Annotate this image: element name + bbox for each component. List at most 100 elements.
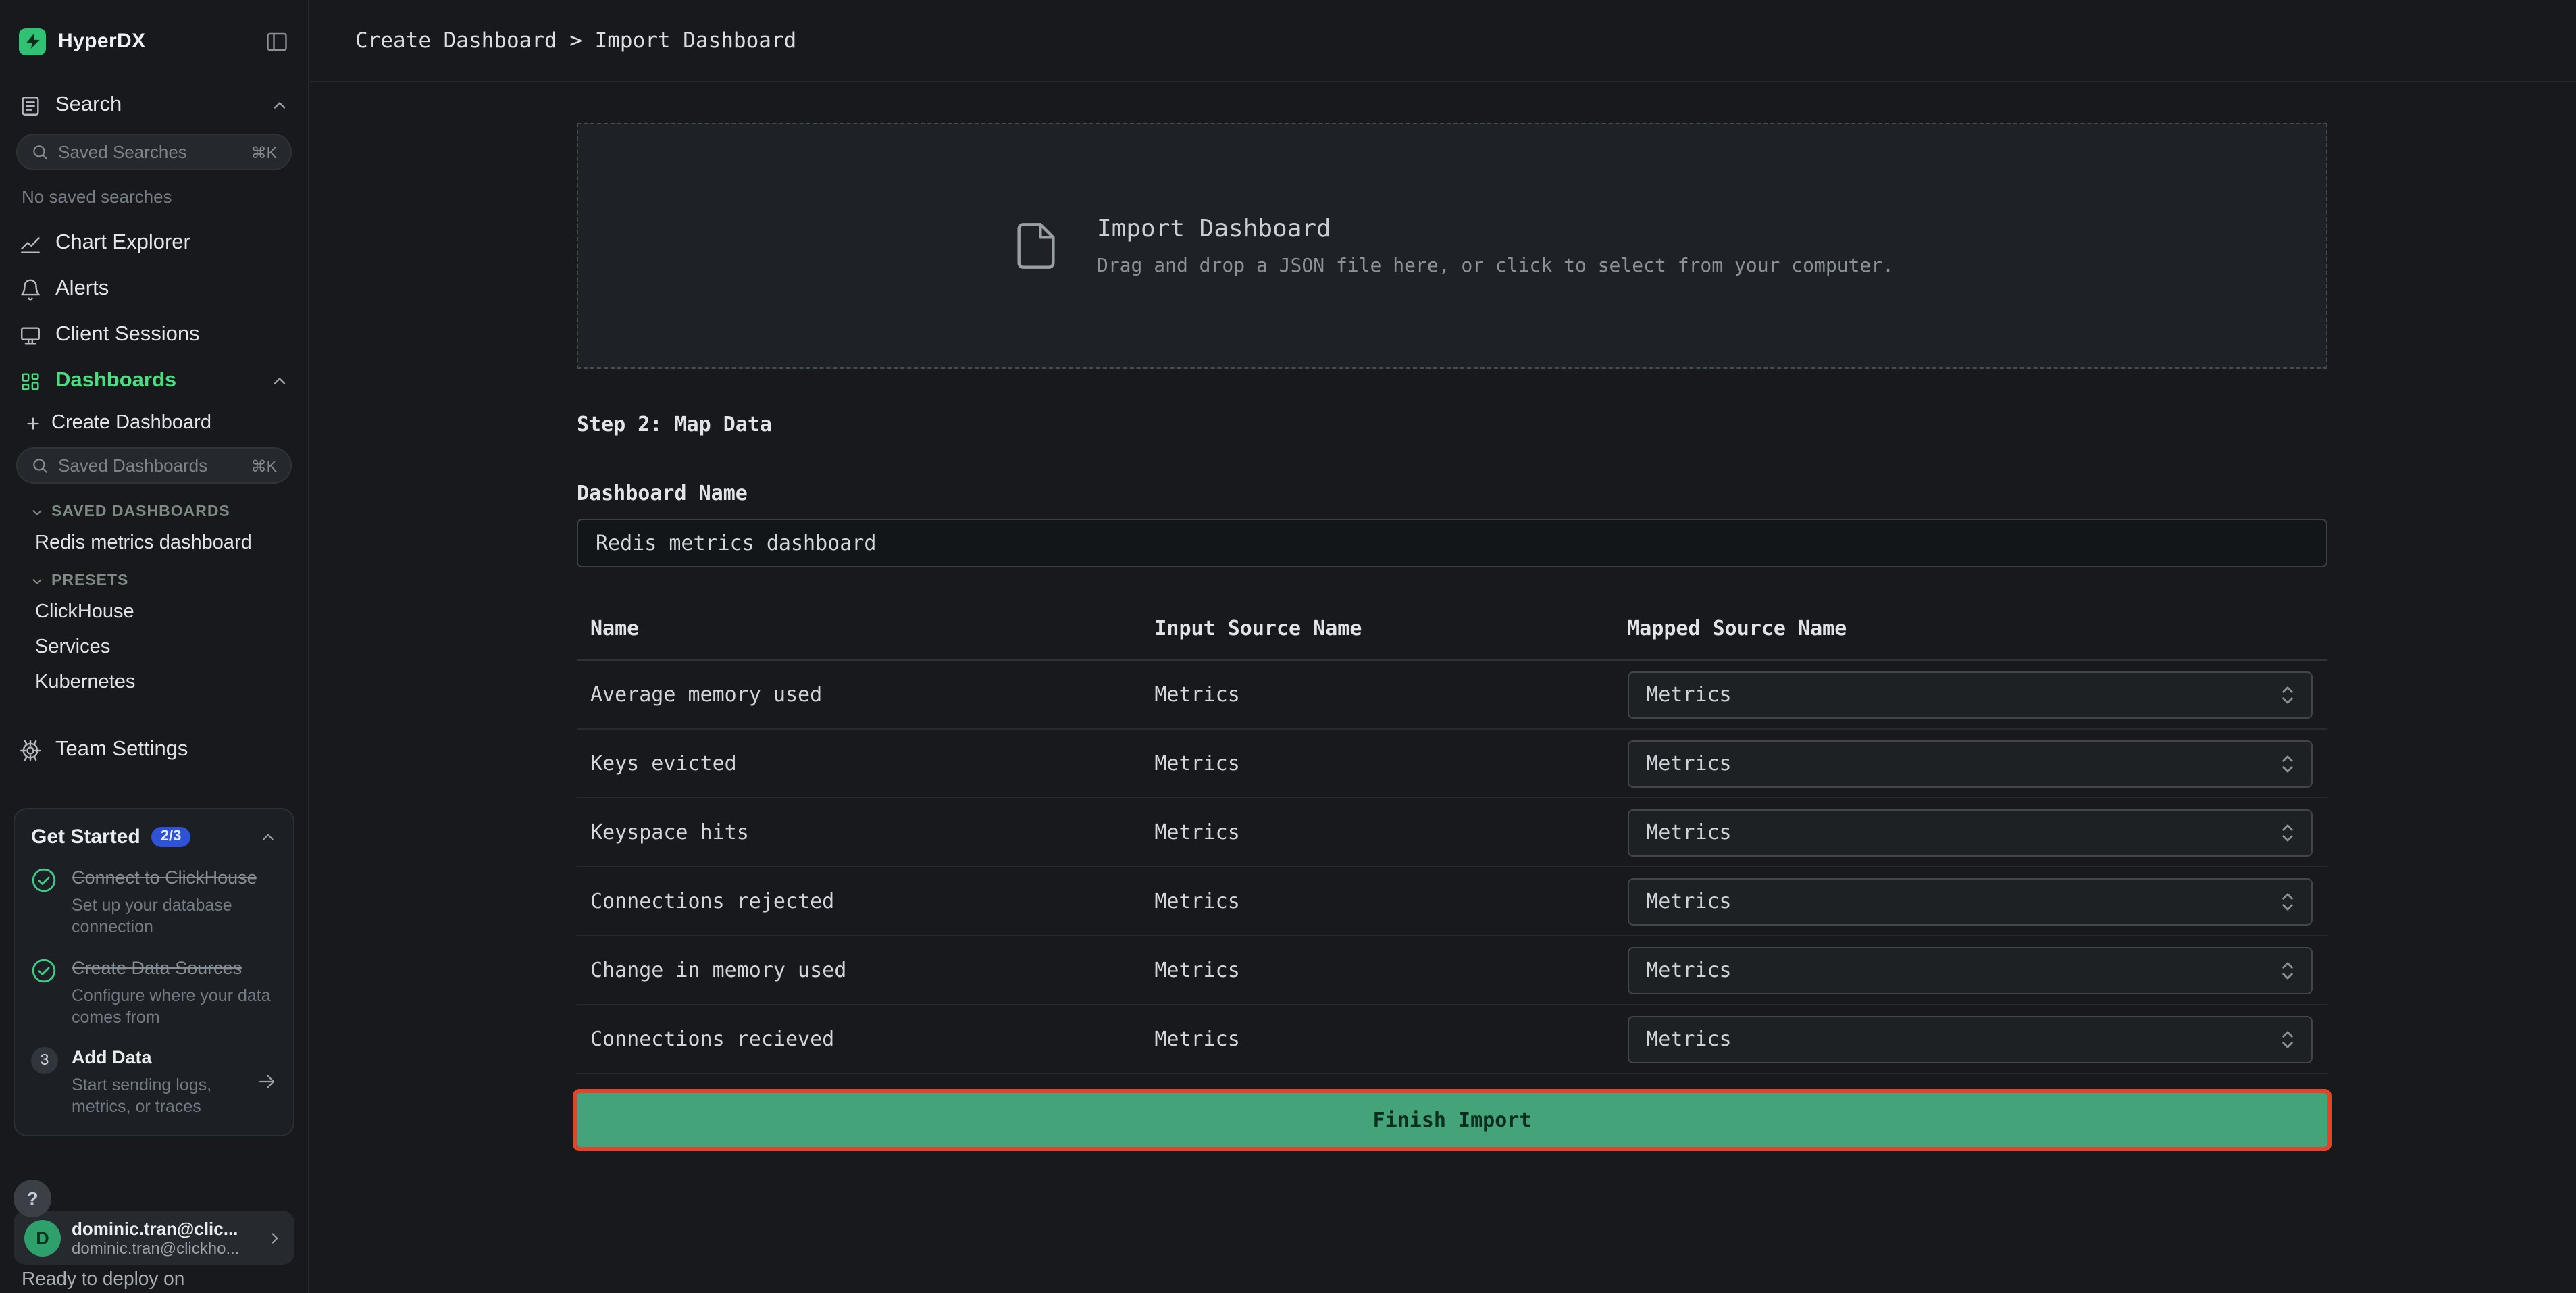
mapped-source-select[interactable]: Metrics bbox=[1627, 740, 2313, 787]
step-text: Create Data Sources Configure where your… bbox=[72, 956, 277, 1028]
column-header-name: Name bbox=[577, 616, 1154, 640]
step-subtitle: Start sending logs, metrics, or traces bbox=[72, 1074, 243, 1118]
mapped-source-select[interactable]: Metrics bbox=[1627, 946, 2313, 994]
nav-label: Dashboards bbox=[55, 369, 176, 393]
search-section-label: Search bbox=[55, 93, 122, 118]
user-menu[interactable]: D dominic.tran@clic... dominic.tran@clic… bbox=[14, 1211, 294, 1265]
chevron-updown-icon bbox=[2277, 888, 2298, 914]
mapped-source-cell: Metrics bbox=[1627, 1015, 2327, 1063]
input-source-name: Metrics bbox=[1154, 820, 1627, 844]
metric-name: Change in memory used bbox=[577, 958, 1154, 982]
sidebar-item-search[interactable]: Search bbox=[0, 82, 308, 128]
table-header-row: Name Input Source Name Mapped Source Nam… bbox=[577, 600, 2327, 661]
breadcrumb: Create Dashboard > Import Dashboard bbox=[355, 28, 796, 53]
sidebar-item-client-sessions[interactable]: Client Sessions bbox=[0, 312, 308, 358]
sidebar-item-team-settings[interactable]: Team Settings bbox=[0, 727, 308, 773]
table-row: Average memory used Metrics Metrics bbox=[577, 661, 2327, 730]
team-settings-label: Team Settings bbox=[55, 738, 188, 762]
saved-dashboards-input[interactable]: Saved Dashboards ⌘K bbox=[16, 447, 292, 484]
help-button[interactable]: ? bbox=[14, 1180, 51, 1217]
metric-name: Keys evicted bbox=[577, 751, 1154, 776]
mapped-source-cell: Metrics bbox=[1627, 878, 2327, 925]
sidebar-item-dashboards[interactable]: Dashboards bbox=[0, 358, 308, 404]
select-value: Metrics bbox=[1646, 1027, 2277, 1051]
mapped-source-select[interactable]: Metrics bbox=[1627, 878, 2313, 925]
table-row: Keys evicted Metrics Metrics bbox=[577, 730, 2327, 798]
step-text: Add Data Start sending logs, metrics, or… bbox=[72, 1046, 243, 1118]
get-started-step-sources[interactable]: Create Data Sources Configure where your… bbox=[31, 956, 277, 1028]
get-started-step-add-data[interactable]: 3 Add Data Start sending logs, metrics, … bbox=[31, 1046, 277, 1118]
hyperdx-logo-icon bbox=[19, 28, 46, 55]
get-started-header[interactable]: Get Started 2/3 bbox=[31, 826, 277, 848]
search-icon bbox=[31, 457, 49, 474]
chart-explorer-icon bbox=[19, 232, 42, 255]
get-started-card: Get Started 2/3 Connect to ClickHouse Se… bbox=[14, 808, 294, 1136]
progress-badge: 2/3 bbox=[151, 827, 191, 847]
table-row: Change in memory used Metrics Metrics bbox=[577, 936, 2327, 1005]
mapped-source-select[interactable]: Metrics bbox=[1627, 1015, 2313, 1063]
mapped-source-select[interactable]: Metrics bbox=[1627, 671, 2313, 718]
preset-item-clickhouse[interactable]: ClickHouse bbox=[0, 594, 308, 630]
mapped-source-cell: Metrics bbox=[1627, 809, 2327, 856]
gear-icon bbox=[19, 738, 42, 761]
chevron-down-icon bbox=[30, 574, 45, 588]
get-started-step-connect[interactable]: Connect to ClickHouse Set up your databa… bbox=[31, 866, 277, 938]
user-info: dominic.tran@clic... dominic.tran@clickh… bbox=[72, 1218, 255, 1257]
bell-icon bbox=[19, 278, 42, 301]
teaser-line2: ClickHouse Cloud? bbox=[22, 1289, 278, 1293]
dashboards-grid-icon bbox=[19, 370, 42, 392]
metric-name: Keyspace hits bbox=[577, 820, 1154, 844]
chevron-up-icon[interactable] bbox=[270, 372, 289, 390]
metric-name: Connections rejected bbox=[577, 889, 1154, 913]
create-dashboard-button[interactable]: Create Dashboard bbox=[0, 404, 308, 442]
step-text: Connect to ClickHouse Set up your databa… bbox=[72, 866, 277, 938]
step-number-badge: 3 bbox=[31, 1047, 58, 1074]
presets-section-header[interactable]: PRESETS bbox=[0, 561, 308, 594]
collapse-sidebar-icon[interactable] bbox=[265, 29, 289, 53]
file-icon bbox=[1010, 215, 1062, 277]
select-value: Metrics bbox=[1646, 751, 2277, 776]
chevron-updown-icon bbox=[2277, 751, 2298, 776]
preset-item-services[interactable]: Services bbox=[0, 630, 308, 665]
dropzone-title: Import Dashboard bbox=[1097, 215, 1894, 243]
search-icon bbox=[31, 143, 49, 161]
chevron-updown-icon bbox=[2277, 819, 2298, 845]
step-title: Create Data Sources bbox=[72, 957, 242, 978]
mapped-source-cell: Metrics bbox=[1627, 946, 2327, 994]
chevron-up-icon[interactable] bbox=[259, 828, 277, 846]
dashboard-name-input[interactable] bbox=[577, 519, 2327, 567]
arrow-right-icon bbox=[257, 1072, 277, 1092]
source-mapping-table: Name Input Source Name Mapped Source Nam… bbox=[577, 600, 2327, 1074]
sidebar-item-alerts[interactable]: Alerts bbox=[0, 266, 308, 312]
main-content: Create Dashboard > Import Dashboard Impo… bbox=[309, 0, 2576, 1293]
nav-label: Client Sessions bbox=[55, 323, 200, 347]
get-started-title: Get Started bbox=[31, 826, 140, 848]
saved-searches-input[interactable]: Saved Searches ⌘K bbox=[16, 134, 292, 170]
select-value: Metrics bbox=[1646, 820, 2277, 844]
check-circle-icon bbox=[31, 866, 58, 938]
mapped-source-cell: Metrics bbox=[1627, 671, 2327, 718]
input-source-name: Metrics bbox=[1154, 1027, 1627, 1051]
select-value: Metrics bbox=[1646, 682, 2277, 707]
saved-dashboard-item[interactable]: Redis metrics dashboard bbox=[0, 526, 308, 561]
saved-dashboards-section-header[interactable]: SAVED DASHBOARDS bbox=[0, 492, 308, 526]
no-saved-searches-text: No saved searches bbox=[0, 178, 308, 220]
sidebar-header: HyperDX bbox=[0, 0, 308, 82]
dropzone-text: Import Dashboard Drag and drop a JSON fi… bbox=[1097, 215, 1894, 277]
chevron-updown-icon bbox=[2277, 957, 2298, 983]
json-file-dropzone[interactable]: Import Dashboard Drag and drop a JSON fi… bbox=[577, 123, 2327, 369]
dashboard-name-label: Dashboard Name bbox=[577, 481, 2327, 505]
step-title: Connect to ClickHouse bbox=[72, 867, 257, 888]
column-header-mapped-source: Mapped Source Name bbox=[1627, 616, 2327, 640]
shortcut-badge: ⌘K bbox=[251, 143, 277, 161]
mapped-source-select[interactable]: Metrics bbox=[1627, 809, 2313, 856]
create-dashboard-label: Create Dashboard bbox=[51, 412, 211, 434]
saved-searches-placeholder: Saved Searches bbox=[58, 142, 187, 162]
chevron-up-icon[interactable] bbox=[270, 96, 289, 115]
teaser-line1: Ready to deploy on bbox=[22, 1267, 278, 1289]
sidebar-item-chart-explorer[interactable]: Chart Explorer bbox=[0, 220, 308, 266]
preset-item-kubernetes[interactable]: Kubernetes bbox=[0, 665, 308, 700]
app-name: HyperDX bbox=[58, 30, 146, 53]
finish-import-button[interactable]: Finish Import bbox=[577, 1093, 2327, 1147]
import-dashboard-panel: Import Dashboard Drag and drop a JSON fi… bbox=[577, 82, 2327, 1147]
